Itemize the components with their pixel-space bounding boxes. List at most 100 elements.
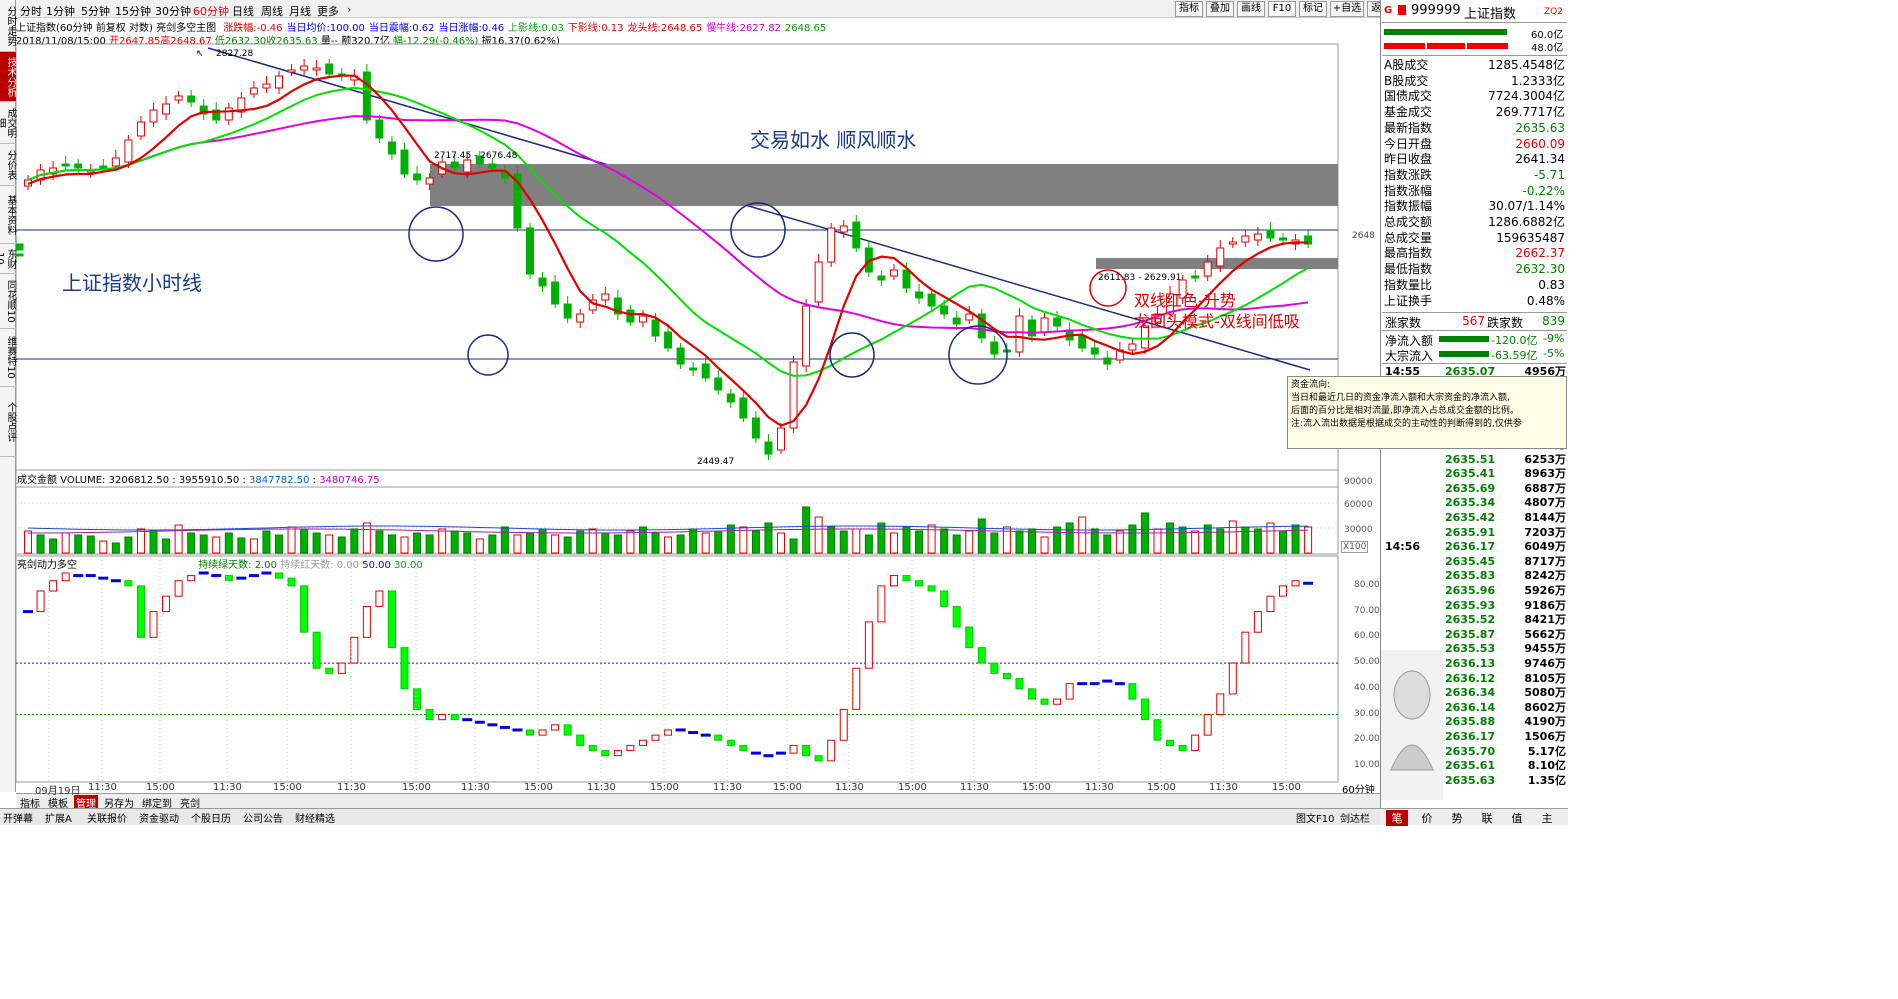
volume-bar [613,534,622,554]
quote-view-tab[interactable]: 笔 [1386,810,1408,826]
side-tab[interactable]: 基本资料 [0,186,16,244]
side-tab[interactable]: 分价表 [0,144,16,186]
stat-value: 0.48% [1526,293,1565,308]
volume-bar [689,528,698,554]
quote-view-tab[interactable]: 价 [1416,810,1438,826]
tick-price: 2635.70 [1445,744,1496,758]
draw-line-button[interactable]: 画线 [1237,1,1265,17]
quote-view-tab[interactable]: 联 [1476,810,1498,826]
time-tick: 15:00 [273,782,302,793]
quote-view-tab[interactable]: 势 [1446,810,1468,826]
osc-bar [726,739,735,746]
status-button[interactable]: 关联报价 [87,810,127,825]
time-axis [48,556,1287,782]
period-tab[interactable]: 更多 [317,3,339,19]
mark-button[interactable]: 标记 [1299,1,1327,17]
more-chevron-icon[interactable]: › [347,3,351,16]
volume-bar [111,542,120,554]
f10-button[interactable]: F10 [1268,1,1296,17]
osc-flat-bar [85,574,96,578]
osc-tick: 80.00 [1354,579,1380,590]
osc-bar [576,734,585,746]
candle [576,313,585,323]
quote-view-tab[interactable]: 主 [1536,810,1558,826]
osc-flat-bar [98,576,109,580]
down-count: 839 [1542,314,1565,328]
volume-bar [1203,524,1212,554]
candle [1253,233,1262,241]
side-tab[interactable]: 技术分析 [0,52,16,102]
period-tab[interactable]: 1分钟 [46,3,75,19]
time-tick: 11:30 [337,782,366,793]
osc-bar [915,580,924,587]
volume-bar [425,534,434,554]
tick-volume: 6887万 [1524,481,1566,495]
side-tab[interactable]: 东财10 [0,244,16,274]
osc-flat-bar [462,718,473,722]
candle [387,141,396,155]
tick-volume: 9455万 [1524,642,1566,656]
status-button[interactable]: 开弹幕 [3,810,33,825]
kline-chart[interactable]: 2827.28 ↖ 2449.47 2717.45 - 2676.48 2611.83 … [16,18,1380,793]
osc-flat-bar [763,754,774,758]
indicator-button[interactable]: 指标 [1175,1,1203,17]
status-button[interactable]: 资金驱动 [139,810,179,825]
time-tick: 11:30 [835,782,864,793]
status-button[interactable]: 个股日历 [191,810,231,825]
period-tab[interactable]: 5分钟 [81,3,110,19]
candle [111,157,120,167]
candle [187,95,196,103]
volume-bar [1053,526,1062,554]
osc-bar [940,590,949,607]
side-tab[interactable]: 个股点评 [0,387,16,457]
osc-bar [438,714,447,721]
volume-panel-header: 成交金额 VOLUME: 3206812.50 : 3955910.50 : 3… [17,475,380,486]
tick-volume: 8963万 [1524,467,1566,481]
time-tick: 15:00 [524,782,553,793]
status-button[interactable]: 财经精选 [295,810,335,825]
side-tab[interactable]: 维赛特10 [0,329,16,387]
candle [827,227,836,263]
osc-bar [839,708,848,741]
osc-bar [136,585,145,638]
period-tab[interactable]: 15分钟 [115,3,151,19]
period-tab[interactable]: 日线 [232,3,254,19]
status-button[interactable]: 扩展A [45,810,72,825]
osc-bar [1128,683,1137,700]
slogan-text: 交易如水 顺风顺水 [750,128,917,152]
osc-bar [965,626,974,649]
overlay-button[interactable]: 叠加 [1206,1,1234,17]
quote-view-tab[interactable]: 值 [1506,810,1528,826]
quote-stat-row: 总成交量 159635487 [1384,230,1565,246]
osc-bar [664,729,673,736]
add-watchlist-button[interactable]: +自选 [1330,1,1364,17]
period-tab[interactable]: 分时 [20,3,42,19]
status-right-button[interactable]: 剑达栏 [1340,810,1370,825]
side-tab[interactable]: 分时走势 [0,0,16,52]
osc-bar [588,744,597,752]
side-tab[interactable]: 同花顺10 [0,274,16,329]
stat-label: 指数振幅 [1384,199,1433,214]
tick-volume: 8144万 [1524,511,1566,524]
osc-flat-bar [23,610,33,614]
candle [852,221,861,249]
osc-tick: 60.00 [1354,631,1380,642]
tick-row: 2635.45 8717万 [1381,554,1569,570]
candle [1279,237,1287,241]
status-right-button[interactable]: 图文F10 [1296,810,1334,825]
stat-value: 2662.37 [1515,246,1565,261]
osc-bar [413,688,422,710]
volume-bar [49,538,58,554]
side-tab[interactable]: 成交明细 [0,102,16,144]
highlight-circle [829,332,875,378]
period-tab-active[interactable]: 60分钟 [193,3,229,19]
candle [124,139,133,163]
period-tab[interactable]: 周线 [261,3,283,19]
osc-bar [563,724,572,736]
osc-bar [224,575,233,582]
status-button[interactable]: 公司公告 [243,810,283,825]
period-tab[interactable]: 月线 [289,3,311,19]
vol-tick: 90000 [1344,477,1373,487]
quote-stat-row: 指数涨幅 -0.22% [1384,183,1565,199]
period-tab[interactable]: 30分钟 [155,3,191,19]
